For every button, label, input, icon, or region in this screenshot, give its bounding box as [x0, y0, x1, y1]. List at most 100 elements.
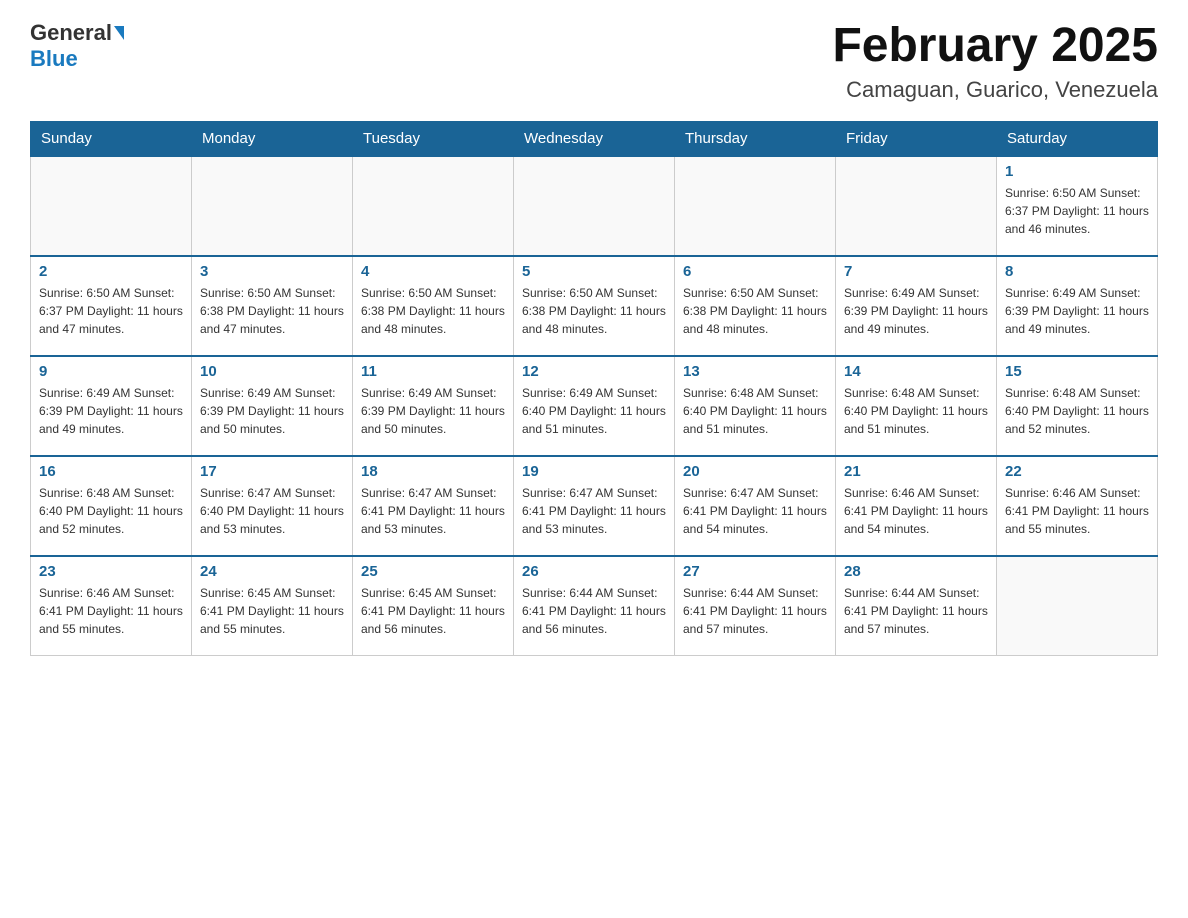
- day-number: 15: [1005, 363, 1149, 380]
- calendar-cell: [514, 156, 675, 256]
- calendar-cell: [353, 156, 514, 256]
- day-info: Sunrise: 6:48 AM Sunset: 6:40 PM Dayligh…: [844, 384, 988, 438]
- day-number: 1: [1005, 163, 1149, 180]
- calendar-cell: 2 Sunrise: 6:50 AM Sunset: 6:37 PM Daylig…: [31, 256, 192, 356]
- calendar-cell: 19 Sunrise: 6:47 AM Sunset: 6:41 PM Dayli…: [514, 456, 675, 556]
- calendar-cell: 13 Sunrise: 6:48 AM Sunset: 6:40 PM Dayli…: [675, 356, 836, 456]
- day-number: 18: [361, 463, 505, 480]
- day-number: 22: [1005, 463, 1149, 480]
- calendar-cell: [192, 156, 353, 256]
- day-info: Sunrise: 6:49 AM Sunset: 6:40 PM Dayligh…: [522, 384, 666, 438]
- day-info: Sunrise: 6:46 AM Sunset: 6:41 PM Dayligh…: [39, 584, 183, 638]
- day-number: 20: [683, 463, 827, 480]
- calendar-cell: 7Sunrise: 6:49 AM Sunset: 6:39 PM Daylig…: [836, 256, 997, 356]
- header-cell-friday: Friday: [836, 121, 997, 156]
- calendar-cell: 18 Sunrise: 6:47 AM Sunset: 6:41 PM Dayli…: [353, 456, 514, 556]
- calendar-week-4: 23 Sunrise: 6:46 AM Sunset: 6:41 PM Dayli…: [31, 556, 1158, 656]
- calendar-cell: 9 Sunrise: 6:49 AM Sunset: 6:39 PM Daylig…: [31, 356, 192, 456]
- calendar-cell: 26 Sunrise: 6:44 AM Sunset: 6:41 PM Dayli…: [514, 556, 675, 656]
- calendar-cell: 27 Sunrise: 6:44 AM Sunset: 6:41 PM Dayli…: [675, 556, 836, 656]
- day-number: 16: [39, 463, 183, 480]
- day-info: Sunrise: 6:45 AM Sunset: 6:41 PM Dayligh…: [200, 584, 344, 638]
- day-info: Sunrise: 6:49 AM Sunset: 6:39 PM Dayligh…: [39, 384, 183, 438]
- day-info: Sunrise: 6:45 AM Sunset: 6:41 PM Dayligh…: [361, 584, 505, 638]
- calendar-cell: 21Sunrise: 6:46 AM Sunset: 6:41 PM Dayli…: [836, 456, 997, 556]
- header-cell-wednesday: Wednesday: [514, 121, 675, 156]
- calendar-cell: [675, 156, 836, 256]
- page-header: General Blue February 2025 Camaguan, Gua…: [30, 20, 1158, 103]
- day-info: Sunrise: 6:44 AM Sunset: 6:41 PM Dayligh…: [522, 584, 666, 638]
- day-number: 13: [683, 363, 827, 380]
- day-info: Sunrise: 6:47 AM Sunset: 6:40 PM Dayligh…: [200, 484, 344, 538]
- day-info: Sunrise: 6:50 AM Sunset: 6:38 PM Dayligh…: [200, 284, 344, 338]
- day-number: 8: [1005, 263, 1149, 280]
- day-number: 23: [39, 563, 183, 580]
- day-number: 12: [522, 363, 666, 380]
- calendar-week-3: 16 Sunrise: 6:48 AM Sunset: 6:40 PM Dayli…: [31, 456, 1158, 556]
- day-info: Sunrise: 6:47 AM Sunset: 6:41 PM Dayligh…: [683, 484, 827, 538]
- day-number: 4: [361, 263, 505, 280]
- month-title: February 2025: [832, 20, 1158, 73]
- calendar-header: SundayMondayTuesdayWednesdayThursdayFrid…: [31, 121, 1158, 156]
- header-cell-monday: Monday: [192, 121, 353, 156]
- day-info: Sunrise: 6:44 AM Sunset: 6:41 PM Dayligh…: [844, 584, 988, 638]
- day-number: 19: [522, 463, 666, 480]
- calendar-cell: 12 Sunrise: 6:49 AM Sunset: 6:40 PM Dayli…: [514, 356, 675, 456]
- day-number: 25: [361, 563, 505, 580]
- day-number: 5: [522, 263, 666, 280]
- day-info: Sunrise: 6:44 AM Sunset: 6:41 PM Dayligh…: [683, 584, 827, 638]
- calendar-cell: 23 Sunrise: 6:46 AM Sunset: 6:41 PM Dayli…: [31, 556, 192, 656]
- day-info: Sunrise: 6:50 AM Sunset: 6:38 PM Dayligh…: [522, 284, 666, 338]
- day-info: Sunrise: 6:47 AM Sunset: 6:41 PM Dayligh…: [361, 484, 505, 538]
- calendar-cell: 4 Sunrise: 6:50 AM Sunset: 6:38 PM Daylig…: [353, 256, 514, 356]
- day-number: 24: [200, 563, 344, 580]
- calendar-cell: [31, 156, 192, 256]
- calendar-cell: 20 Sunrise: 6:47 AM Sunset: 6:41 PM Dayli…: [675, 456, 836, 556]
- day-info: Sunrise: 6:48 AM Sunset: 6:40 PM Dayligh…: [683, 384, 827, 438]
- calendar-cell: [836, 156, 997, 256]
- header-cell-thursday: Thursday: [675, 121, 836, 156]
- calendar-cell: 5 Sunrise: 6:50 AM Sunset: 6:38 PM Daylig…: [514, 256, 675, 356]
- calendar-cell: 25 Sunrise: 6:45 AM Sunset: 6:41 PM Dayli…: [353, 556, 514, 656]
- day-number: 14: [844, 363, 988, 380]
- day-number: 6: [683, 263, 827, 280]
- day-info: Sunrise: 6:46 AM Sunset: 6:41 PM Dayligh…: [1005, 484, 1149, 538]
- day-number: 27: [683, 563, 827, 580]
- day-info: Sunrise: 6:50 AM Sunset: 6:37 PM Dayligh…: [39, 284, 183, 338]
- calendar-cell: [997, 556, 1158, 656]
- day-info: Sunrise: 6:49 AM Sunset: 6:39 PM Dayligh…: [361, 384, 505, 438]
- day-number: 10: [200, 363, 344, 380]
- calendar-cell: 28 Sunrise: 6:44 AM Sunset: 6:41 PM Dayli…: [836, 556, 997, 656]
- day-number: 2: [39, 263, 183, 280]
- calendar-cell: 15 Sunrise: 6:48 AM Sunset: 6:40 PM Dayli…: [997, 356, 1158, 456]
- logo-blue-text: Blue: [30, 46, 78, 72]
- title-block: February 2025 Camaguan, Guarico, Venezue…: [832, 20, 1158, 103]
- day-number: 9: [39, 363, 183, 380]
- calendar-cell: 22 Sunrise: 6:46 AM Sunset: 6:41 PM Dayli…: [997, 456, 1158, 556]
- logo: General Blue: [30, 20, 124, 72]
- day-number: 21: [844, 463, 988, 480]
- day-number: 28: [844, 563, 988, 580]
- header-cell-saturday: Saturday: [997, 121, 1158, 156]
- calendar-cell: 11Sunrise: 6:49 AM Sunset: 6:39 PM Dayli…: [353, 356, 514, 456]
- location-title: Camaguan, Guarico, Venezuela: [832, 77, 1158, 103]
- calendar-cell: 16 Sunrise: 6:48 AM Sunset: 6:40 PM Dayli…: [31, 456, 192, 556]
- day-info: Sunrise: 6:49 AM Sunset: 6:39 PM Dayligh…: [1005, 284, 1149, 338]
- header-row: SundayMondayTuesdayWednesdayThursdayFrid…: [31, 121, 1158, 156]
- day-number: 17: [200, 463, 344, 480]
- day-info: Sunrise: 6:47 AM Sunset: 6:41 PM Dayligh…: [522, 484, 666, 538]
- calendar-week-1: 2 Sunrise: 6:50 AM Sunset: 6:37 PM Daylig…: [31, 256, 1158, 356]
- day-info: Sunrise: 6:48 AM Sunset: 6:40 PM Dayligh…: [39, 484, 183, 538]
- day-info: Sunrise: 6:48 AM Sunset: 6:40 PM Dayligh…: [1005, 384, 1149, 438]
- calendar-cell: 8 Sunrise: 6:49 AM Sunset: 6:39 PM Daylig…: [997, 256, 1158, 356]
- day-info: Sunrise: 6:50 AM Sunset: 6:38 PM Dayligh…: [361, 284, 505, 338]
- day-number: 26: [522, 563, 666, 580]
- calendar-cell: 17 Sunrise: 6:47 AM Sunset: 6:40 PM Dayli…: [192, 456, 353, 556]
- day-info: Sunrise: 6:49 AM Sunset: 6:39 PM Dayligh…: [844, 284, 988, 338]
- day-info: Sunrise: 6:49 AM Sunset: 6:39 PM Dayligh…: [200, 384, 344, 438]
- calendar-cell: 3 Sunrise: 6:50 AM Sunset: 6:38 PM Daylig…: [192, 256, 353, 356]
- calendar-week-0: 1Sunrise: 6:50 AM Sunset: 6:37 PM Daylig…: [31, 156, 1158, 256]
- day-number: 3: [200, 263, 344, 280]
- header-cell-sunday: Sunday: [31, 121, 192, 156]
- calendar-cell: 6Sunrise: 6:50 AM Sunset: 6:38 PM Daylig…: [675, 256, 836, 356]
